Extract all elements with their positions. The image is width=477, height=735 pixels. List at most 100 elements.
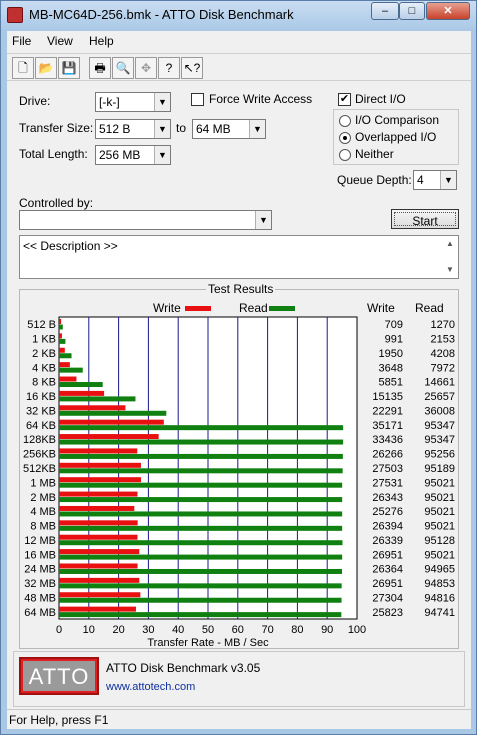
read-bar xyxy=(59,482,343,488)
drive-select[interactable]: [-k-] ▼ xyxy=(95,92,171,112)
read-value: 95021 xyxy=(424,492,455,504)
transfer-size-label: Transfer Size: xyxy=(19,121,94,135)
menu-file[interactable]: File xyxy=(12,34,31,48)
write-value: 25823 xyxy=(372,607,403,619)
write-value: 26364 xyxy=(372,564,403,576)
write-value: 35171 xyxy=(372,420,403,432)
chevron-down-icon[interactable]: ▼ xyxy=(440,171,456,189)
total-length-select[interactable]: 256 MB ▼ xyxy=(95,145,171,165)
legend-read-swatch xyxy=(269,306,295,311)
io-comparison-label[interactable]: I/O Comparison xyxy=(355,113,439,127)
new-file-icon[interactable]: 🗋 xyxy=(12,57,34,79)
drive-value: [-k-] xyxy=(99,95,120,109)
read-value: 14661 xyxy=(424,377,455,389)
write-value: 709 xyxy=(385,319,403,331)
minimize-button[interactable]: – xyxy=(371,2,399,20)
write-value: 25276 xyxy=(372,506,403,518)
maximize-button[interactable]: □ xyxy=(399,2,425,20)
context-help-icon[interactable]: ↖? xyxy=(181,57,203,79)
read-value: 2153 xyxy=(431,334,455,346)
transfer-from-value: 512 B xyxy=(99,122,131,136)
io-comparison-radio[interactable] xyxy=(339,115,351,127)
open-folder-icon[interactable]: 📂 xyxy=(35,57,57,79)
total-length-value: 256 MB xyxy=(99,148,141,162)
chevron-down-icon[interactable]: ▼ xyxy=(154,93,170,111)
atto-logo: ATTO xyxy=(19,657,99,695)
start-button[interactable]: Start xyxy=(391,209,459,229)
write-bar xyxy=(59,419,164,425)
read-bar xyxy=(59,497,343,503)
neither-radio[interactable] xyxy=(339,149,351,161)
write-bar xyxy=(59,448,138,454)
read-bar xyxy=(59,338,66,344)
category-label: 4 MB xyxy=(30,506,56,518)
chevron-down-icon[interactable]: ▼ xyxy=(154,120,170,138)
read-bar xyxy=(59,453,343,459)
read-bar xyxy=(59,540,343,546)
title-bar[interactable]: MB-MC64D-256.bmk - ATTO Disk Benchmark –… xyxy=(1,1,476,31)
write-bar xyxy=(59,347,65,353)
write-bar xyxy=(59,333,62,339)
drive-label: Drive: xyxy=(19,94,51,108)
print-preview-icon[interactable]: 🔍 xyxy=(112,57,134,79)
read-value: 25657 xyxy=(424,391,455,403)
move-icon[interactable]: ✥ xyxy=(135,57,157,79)
force-write-checkbox[interactable] xyxy=(191,93,204,106)
chevron-down-icon[interactable]: ▼ xyxy=(249,120,265,138)
to-label: to xyxy=(176,121,187,135)
write-bar xyxy=(59,477,142,483)
menu-bar: File View Help xyxy=(7,31,471,51)
website-link[interactable]: www.attotech.com xyxy=(106,681,195,693)
product-name: ATTO Disk Benchmark v3.05 xyxy=(106,661,261,675)
write-bar xyxy=(59,376,77,382)
chevron-down-icon[interactable]: ▼ xyxy=(154,146,170,164)
read-bar xyxy=(59,425,344,431)
atto-logo-text: ATTO xyxy=(23,661,95,691)
queue-depth-select[interactable]: 4 ▼ xyxy=(413,170,457,190)
read-bar xyxy=(59,583,342,589)
menu-help[interactable]: Help xyxy=(89,34,114,48)
write-bar xyxy=(59,462,141,468)
close-button[interactable]: ✕ xyxy=(426,2,470,20)
category-label: 64 KB xyxy=(26,420,56,432)
queue-depth-label: Queue Depth: xyxy=(337,173,412,187)
transfer-size-to-select[interactable]: 64 MB ▼ xyxy=(192,119,266,139)
x-axis-label: Transfer Rate - MB / Sec xyxy=(147,637,269,647)
read-bar xyxy=(59,525,343,531)
direct-io-label[interactable]: Direct I/O xyxy=(355,92,406,106)
print-icon[interactable]: 🖶 xyxy=(89,57,111,79)
controlled-by-label: Controlled by: xyxy=(19,196,94,210)
read-bar xyxy=(59,511,343,517)
write-value: 1950 xyxy=(379,348,403,360)
neither-label[interactable]: Neither xyxy=(355,147,394,161)
x-tick-label: 60 xyxy=(232,624,244,636)
read-bar xyxy=(59,353,72,359)
overlapped-io-radio[interactable] xyxy=(339,132,351,144)
scroll-down-icon[interactable]: ▼ xyxy=(443,263,457,277)
read-value: 95189 xyxy=(424,463,455,475)
write-bar xyxy=(59,362,70,368)
scroll-up-icon[interactable]: ▲ xyxy=(443,237,457,251)
category-label: 512KB xyxy=(23,463,56,475)
read-value: 95128 xyxy=(424,535,455,547)
chevron-down-icon[interactable]: ▼ xyxy=(255,211,271,229)
write-value: 27304 xyxy=(372,592,403,604)
menu-view[interactable]: View xyxy=(47,34,73,48)
transfer-size-from-select[interactable]: 512 B ▼ xyxy=(95,119,171,139)
write-value: 991 xyxy=(385,334,403,346)
legend-read-label: Read xyxy=(239,301,268,315)
write-column-header: Write xyxy=(367,301,395,315)
controlled-by-select[interactable]: ▼ xyxy=(19,210,272,230)
force-write-label[interactable]: Force Write Access xyxy=(209,92,312,106)
direct-io-checkbox[interactable]: ✔ xyxy=(338,93,351,106)
write-bar xyxy=(59,390,105,396)
read-bar xyxy=(59,396,136,402)
save-icon[interactable]: 💾 xyxy=(58,57,80,79)
write-value: 33436 xyxy=(372,434,403,446)
overlapped-io-label[interactable]: Overlapped I/O xyxy=(355,130,436,144)
description-field[interactable]: << Description >> ▲ ▼ xyxy=(19,235,459,279)
category-label: 16 KB xyxy=(26,391,56,403)
category-label: 2 KB xyxy=(32,348,56,360)
help-icon[interactable]: ? xyxy=(158,57,180,79)
read-bar xyxy=(59,597,342,603)
